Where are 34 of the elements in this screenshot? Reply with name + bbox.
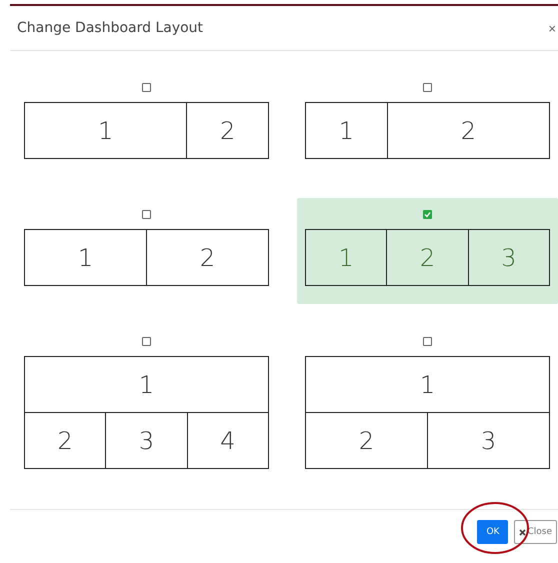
close-icon [519, 528, 526, 536]
close-button[interactable]: × [548, 20, 556, 36]
panel-number: 2 [58, 426, 73, 454]
ok-button[interactable]: OK [477, 520, 508, 544]
layout-option[interactable]: 1 2 3 4 [16, 325, 277, 487]
panel-number: 2 [200, 244, 216, 272]
layout-option[interactable]: 1 2 [297, 71, 558, 177]
panel-number: 3 [138, 426, 154, 454]
layout-option[interactable]: 1 2 3 [297, 198, 558, 304]
annotation-ellipse [461, 502, 529, 554]
layout-checkbox[interactable] [423, 210, 432, 219]
panel-number: 1 [98, 116, 114, 144]
panel-number: 2 [358, 426, 374, 454]
close-button[interactable]: Close [514, 520, 557, 544]
layout-checkbox[interactable] [423, 83, 432, 92]
panel-number: 1 [338, 116, 354, 144]
layout-checkbox[interactable] [142, 337, 151, 346]
panel-number: 1 [338, 244, 354, 272]
panel-number: 3 [501, 244, 516, 272]
layout-checkbox[interactable] [142, 83, 151, 92]
dialog-title: Change Dashboard Layout [17, 20, 204, 36]
panel-number: 4 [220, 426, 236, 454]
layout-checkbox[interactable] [423, 337, 432, 346]
layout-option[interactable]: 1 2 [16, 71, 277, 177]
panel-number: 1 [420, 370, 436, 398]
panel-number: 2 [220, 116, 236, 144]
panel-number: 1 [138, 370, 154, 398]
layout-option[interactable]: 1 2 3 [297, 325, 558, 487]
panel-number: 2 [420, 244, 436, 272]
layout-checkbox[interactable] [142, 210, 151, 219]
panel-number: 1 [78, 244, 94, 272]
panel-number: 2 [460, 116, 476, 144]
panel-number: 3 [480, 426, 496, 454]
layout-option[interactable]: 1 2 [16, 198, 277, 304]
